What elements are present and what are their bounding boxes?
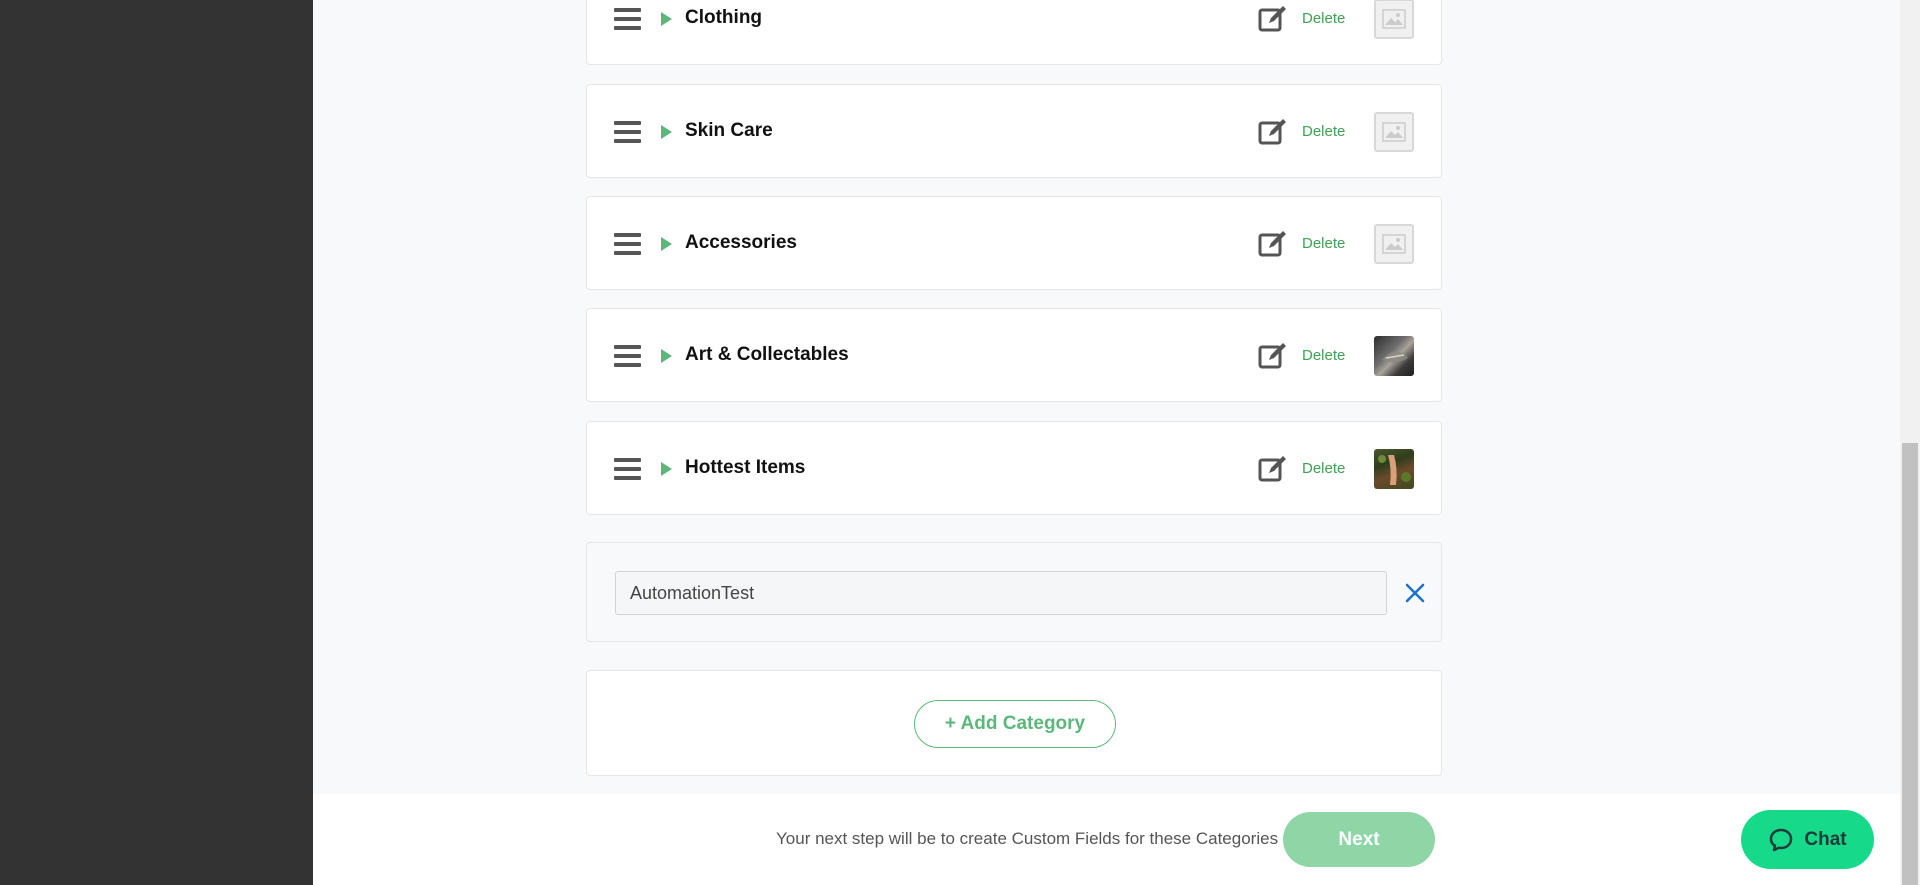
- drag-handle-icon[interactable]: [614, 121, 641, 143]
- drag-handle-icon[interactable]: [614, 345, 641, 367]
- image-placeholder-icon[interactable]: [1374, 0, 1414, 39]
- expand-arrow-icon[interactable]: [661, 125, 672, 139]
- close-icon[interactable]: [1403, 581, 1427, 605]
- category-thumbnail[interactable]: [1374, 449, 1414, 489]
- chat-button[interactable]: Chat: [1741, 810, 1874, 869]
- add-category-section: + Add Category: [586, 670, 1442, 776]
- delete-link[interactable]: Delete: [1302, 347, 1345, 364]
- delete-link[interactable]: Delete: [1302, 10, 1345, 27]
- category-name: Skin Care: [685, 120, 773, 141]
- category-row: Skin Care Delete: [586, 84, 1442, 178]
- drag-handle-icon[interactable]: [614, 458, 641, 480]
- delete-link[interactable]: Delete: [1302, 460, 1345, 477]
- chat-bubble-icon: [1770, 828, 1793, 851]
- add-category-button[interactable]: + Add Category: [914, 700, 1116, 748]
- sidebar: [0, 0, 313, 885]
- chat-label: Chat: [1804, 828, 1847, 850]
- category-name: Hottest Items: [685, 457, 806, 478]
- edit-icon[interactable]: [1258, 117, 1288, 147]
- next-button[interactable]: Next: [1283, 812, 1435, 867]
- new-category-form: [586, 542, 1442, 642]
- edit-icon[interactable]: [1258, 454, 1288, 484]
- edit-icon[interactable]: [1258, 229, 1288, 259]
- category-name: Accessories: [685, 232, 797, 253]
- next-step-hint: Your next step will be to create Custom …: [776, 829, 1279, 848]
- category-name: Art & Collectables: [685, 344, 849, 365]
- footer-bar: Your next step will be to create Custom …: [313, 794, 1900, 885]
- expand-arrow-icon[interactable]: [661, 12, 672, 26]
- category-row: Clothing Delete: [586, 0, 1442, 65]
- category-row: Art & Collectables Delete: [586, 308, 1442, 402]
- delete-link[interactable]: Delete: [1302, 123, 1345, 140]
- category-row: Accessories Delete: [586, 196, 1442, 290]
- delete-link[interactable]: Delete: [1302, 235, 1345, 252]
- image-placeholder-icon[interactable]: [1374, 112, 1414, 152]
- category-thumbnail[interactable]: [1374, 336, 1414, 376]
- drag-handle-icon[interactable]: [614, 8, 641, 30]
- category-row: Hottest Items Delete: [586, 421, 1442, 515]
- expand-arrow-icon[interactable]: [661, 462, 672, 476]
- edit-icon[interactable]: [1258, 4, 1288, 34]
- expand-arrow-icon[interactable]: [661, 237, 672, 251]
- drag-handle-icon[interactable]: [614, 233, 641, 255]
- edit-icon[interactable]: [1258, 341, 1288, 371]
- scrollbar-thumb[interactable]: [1902, 443, 1918, 885]
- expand-arrow-icon[interactable]: [661, 349, 672, 363]
- category-name: Clothing: [685, 7, 763, 28]
- category-name-input[interactable]: [615, 571, 1387, 615]
- image-placeholder-icon[interactable]: [1374, 224, 1414, 264]
